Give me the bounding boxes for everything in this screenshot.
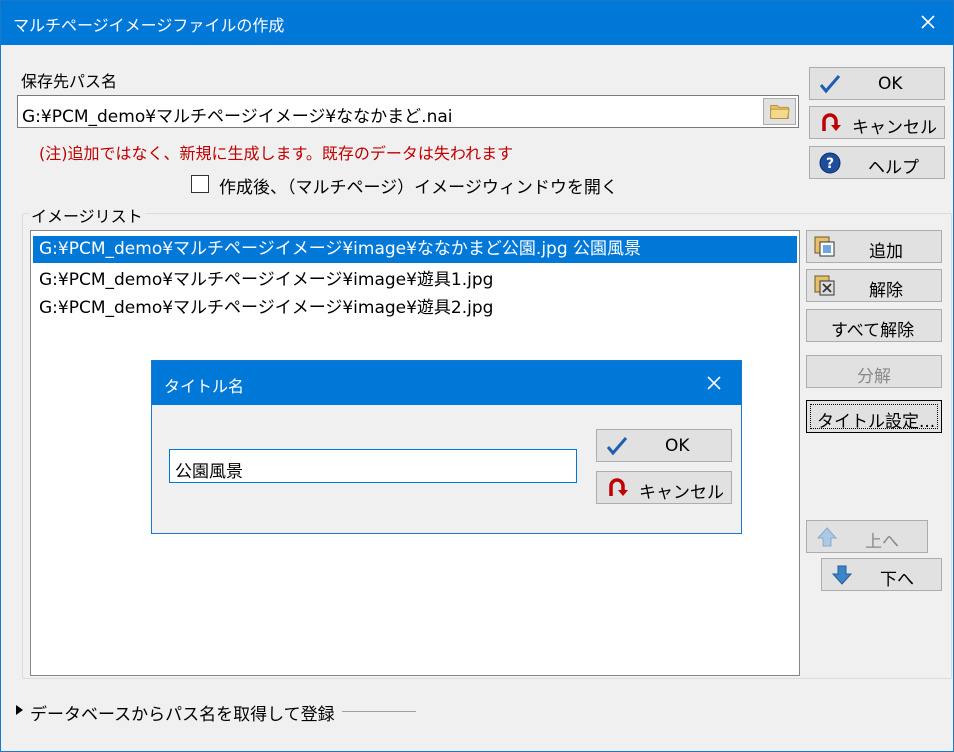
folder-icon — [770, 105, 790, 119]
browse-folder-button[interactable] — [763, 98, 796, 125]
help-button-label: ヘルプ — [868, 158, 919, 178]
set-title-button[interactable]: タイトル設定... — [806, 400, 942, 433]
add-button[interactable]: 追加 — [806, 230, 942, 263]
help-icon: ? — [819, 152, 841, 174]
dialog-cancel-button[interactable]: キャンセル — [596, 471, 732, 504]
title-bar: マルチページイメージファイルの作成 — [1, 1, 953, 45]
title-name-value: 公園風景 — [175, 462, 243, 482]
undo-arrow-icon — [822, 113, 841, 131]
overwrite-warning: (注)追加ではなく、新規に生成します。既存のデータは失われます — [39, 144, 514, 163]
svg-text:?: ? — [826, 156, 834, 172]
database-path-label: データベースからパス名を取得して登録 — [30, 705, 335, 725]
open-after-label: 作成後、（マルチページ）イメージウィンドウを開く — [219, 178, 618, 198]
list-item[interactable]: G:¥PCM_demo¥マルチページイメージ¥image¥ななかまど公園.jpg… — [33, 236, 797, 263]
arrow-down-icon — [831, 565, 853, 585]
dialog-cancel-button-label: キャンセル — [639, 483, 724, 503]
open-after-checkbox[interactable] — [191, 175, 209, 193]
list-item[interactable]: G:¥PCM_demo¥マルチページイメージ¥image¥遊具2.jpg — [33, 295, 797, 322]
check-icon — [819, 75, 841, 94]
dialog-ok-button[interactable]: OK — [596, 429, 732, 462]
save-path-input[interactable]: G:¥PCM_demo¥マルチページイメージ¥ななかまど.nai — [17, 95, 799, 128]
add-image-icon — [814, 236, 835, 257]
undo-arrow-icon — [609, 478, 628, 496]
expander-divider — [342, 711, 416, 712]
remove-button-label: 解除 — [869, 281, 903, 301]
split-button-label: 分解 — [857, 367, 891, 387]
move-up-button[interactable]: 上へ — [806, 520, 928, 553]
list-item[interactable]: G:¥PCM_demo¥マルチページイメージ¥image¥遊具1.jpg — [33, 267, 797, 294]
cancel-button-label: キャンセル — [852, 118, 937, 138]
dialog-ok-button-label: OK — [665, 436, 690, 456]
split-button[interactable]: 分解 — [806, 355, 942, 388]
ok-button-label: OK — [878, 74, 903, 94]
help-button[interactable]: ? ヘルプ — [809, 146, 945, 179]
title-name-input[interactable]: 公園風景 — [169, 449, 577, 483]
window-title: マルチページイメージファイルの作成 — [13, 16, 285, 35]
remove-all-button[interactable]: すべて解除 — [806, 309, 942, 342]
move-up-button-label: 上へ — [865, 532, 899, 552]
dialog-title: タイトル名 — [164, 377, 245, 396]
add-button-label: 追加 — [869, 242, 903, 262]
cancel-button[interactable]: キャンセル — [809, 106, 945, 139]
expand-arrow-icon — [16, 705, 23, 715]
close-icon[interactable] — [917, 11, 939, 33]
check-icon — [606, 437, 628, 456]
arrow-up-icon — [816, 527, 838, 547]
save-path-label: 保存先パス名 — [21, 72, 118, 91]
ok-button[interactable]: OK — [809, 67, 945, 100]
image-list-label: イメージリスト — [29, 203, 145, 227]
move-down-button[interactable]: 下へ — [821, 558, 942, 591]
close-icon[interactable] — [703, 372, 725, 394]
set-title-button-label: タイトル設定... — [817, 412, 936, 432]
move-down-button-label: 下へ — [880, 570, 914, 590]
remove-button[interactable]: 解除 — [806, 269, 942, 302]
title-name-dialog: タイトル名 公園風景 OK キャンセル — [151, 360, 742, 534]
save-path-value: G:¥PCM_demo¥マルチページイメージ¥ななかまど.nai — [22, 107, 453, 127]
main-window: マルチページイメージファイルの作成 保存先パス名 G:¥PCM_demo¥マルチ… — [0, 0, 954, 752]
dialog-title-bar: タイトル名 — [152, 361, 741, 405]
remove-all-button-label: すべて解除 — [831, 321, 915, 341]
remove-image-icon — [814, 275, 835, 296]
